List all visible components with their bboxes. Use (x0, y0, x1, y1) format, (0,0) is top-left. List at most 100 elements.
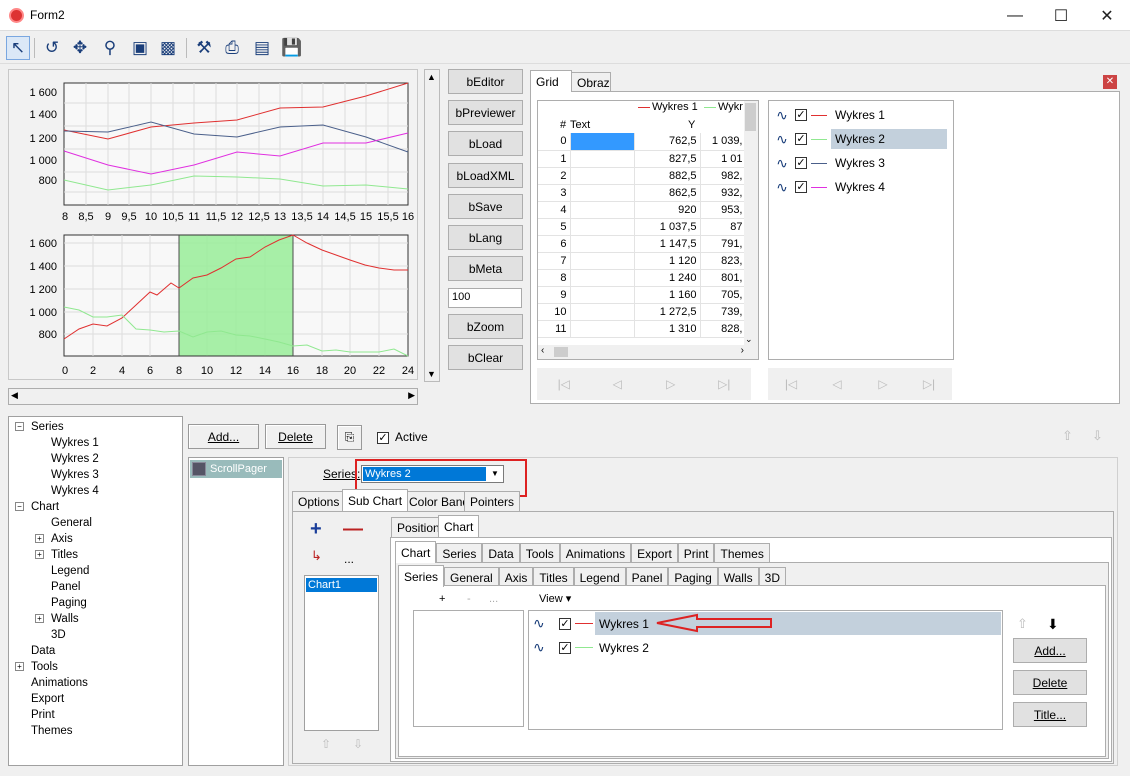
table-row[interactable]: 7 1 120 823, (538, 252, 747, 270)
subtab-general[interactable]: General (444, 567, 499, 587)
pointer-icon[interactable]: ↖ (6, 36, 30, 60)
zoom-icon[interactable]: ⚲ (98, 36, 122, 60)
scroll-thumb[interactable] (554, 347, 568, 357)
mini-more-button[interactable]: ... (489, 593, 498, 605)
export-icon[interactable]: ▤ (250, 36, 274, 60)
sub-chart-list[interactable]: Chart1 (304, 575, 379, 731)
text-cell[interactable] (570, 252, 635, 270)
series-legend-list[interactable]: ∿ ✓ Wykres 1 ∿ ✓ Wykres 2 ∿ ✓ Wykres 3 ∿ ✓ Wykres 4 (768, 100, 954, 360)
copy-tool-icon[interactable]: ⎘ (337, 425, 362, 450)
y-cell[interactable]: 882,5 (634, 167, 701, 185)
y-cell[interactable]: 862,5 (634, 184, 701, 202)
remove-chart-icon[interactable]: — (343, 518, 363, 541)
tree-themes[interactable]: Themes (31, 723, 73, 739)
zoom-input[interactable]: 100 (448, 288, 522, 308)
next-record-icon[interactable]: ▷ (651, 371, 691, 397)
y-cell[interactable]: 920 (634, 201, 701, 219)
tree-titles[interactable]: Titles (51, 547, 78, 563)
y2-cell[interactable]: 932, (700, 184, 747, 202)
edit-icon[interactable]: ⚒ (192, 36, 216, 60)
scroll-right-icon[interactable]: ▶ (408, 390, 415, 401)
move-down-icon[interactable]: ⇩ (353, 737, 363, 751)
table-row[interactable]: 11 1 310 828, (538, 320, 747, 338)
table-row[interactable]: 8 1 240 801, (538, 269, 747, 287)
y-cell[interactable]: 1 120 (634, 252, 701, 270)
tab-series[interactable]: Series (436, 543, 483, 563)
move-up-icon[interactable]: ⇧ (1062, 428, 1073, 444)
scroll-pager-band[interactable] (178, 234, 294, 357)
view-menu-button[interactable]: View ▾ (539, 592, 571, 605)
bmeta-button[interactable]: bMeta (448, 256, 523, 281)
y-cell[interactable]: 1 272,5 (634, 303, 701, 321)
legend-item[interactable]: ∿ ✓ Wykres 3 (769, 151, 953, 175)
table-row[interactable]: 6 1 147,5 791, (538, 235, 747, 253)
text-cell[interactable] (570, 150, 635, 168)
expand-icon[interactable]: + (35, 614, 44, 623)
tree-wykres2[interactable]: Wykres 2 (51, 451, 99, 467)
tab-data[interactable]: Data (482, 543, 520, 563)
tree-wykres3[interactable]: Wykres 3 (51, 467, 99, 483)
y-cell[interactable]: 1 037,5 (634, 218, 701, 236)
text-cell[interactable] (570, 320, 635, 338)
tree-series[interactable]: Series (31, 419, 64, 435)
tree-export[interactable]: Export (31, 691, 64, 707)
tab-tools[interactable]: Tools (519, 543, 560, 563)
tree-chart[interactable]: Chart (31, 499, 59, 515)
blang-button[interactable]: bLang (448, 225, 523, 250)
tree-tools[interactable]: Tools (31, 659, 58, 675)
minimize-button[interactable]: — (992, 0, 1038, 31)
text-cell[interactable] (570, 303, 635, 321)
move-down-icon[interactable]: ⇩ (1092, 428, 1103, 444)
delete-tool-button[interactable]: Delete (265, 424, 326, 449)
legend-item[interactable]: ∿ ✓ Wykres 2 (769, 127, 953, 151)
first-record-icon[interactable]: |◁ (544, 371, 584, 397)
y-cell[interactable]: 1 310 (634, 320, 701, 338)
last-record-icon[interactable]: ▷| (704, 371, 744, 397)
print-icon[interactable]: ⎙ (220, 36, 244, 60)
series-title-button[interactable]: Title... (1013, 702, 1087, 727)
scroll-down-icon[interactable]: ▼ (427, 369, 436, 379)
subtab-series[interactable]: Series (398, 565, 445, 587)
expand-icon[interactable]: + (15, 662, 24, 671)
table-row[interactable]: 4 920 953, (538, 201, 747, 219)
move-up-icon[interactable]: ⇧ (1017, 616, 1028, 632)
series-group-list[interactable] (413, 610, 524, 727)
legend-item[interactable]: ∿ ✓ Wykres 1 (769, 103, 953, 127)
subtab-titles[interactable]: Titles (533, 567, 574, 587)
y2-cell[interactable]: 828, (700, 320, 747, 338)
add-tool-button[interactable]: Add... (188, 424, 259, 449)
legend-checkbox[interactable]: ✓ (795, 133, 807, 145)
chart-series-list[interactable]: ∿ ✓ Wykres 1 ∿ ✓ Wykres 2 (528, 610, 1003, 730)
tree-panel[interactable]: Panel (51, 579, 80, 595)
text-cell[interactable] (570, 218, 635, 236)
table-row[interactable]: 9 1 160 705, (538, 286, 747, 304)
tree-print[interactable]: Print (31, 707, 55, 723)
bclear-button[interactable]: bClear (448, 345, 523, 370)
tab-options[interactable]: Options (292, 491, 346, 511)
scroll-right-icon[interactable]: › (741, 345, 744, 356)
bloadxml-button[interactable]: bLoadXML (448, 163, 523, 188)
next-record-icon[interactable]: ▷ (863, 371, 903, 397)
prev-record-icon[interactable]: ◁ (597, 371, 637, 397)
delete-series-button[interactable]: Delete (1013, 670, 1087, 695)
y2-cell[interactable]: 823, (700, 252, 747, 270)
text-cell[interactable] (570, 201, 635, 219)
tree-paging[interactable]: Paging (51, 595, 87, 611)
prev-record-icon[interactable]: ◁ (817, 371, 857, 397)
y-cell[interactable]: 762,5 (634, 133, 701, 151)
subtab-legend[interactable]: Legend (573, 567, 626, 587)
y2-cell[interactable]: 801, (700, 269, 747, 287)
expand-icon[interactable]: + (35, 550, 44, 559)
table-row[interactable]: 2 882,5 982, (538, 167, 747, 185)
tree-data[interactable]: Data (31, 643, 55, 659)
series-visible-checkbox[interactable]: ✓ (559, 616, 571, 630)
save-icon[interactable]: 💾 (280, 36, 304, 60)
grid-vscrollbar[interactable]: ⌄ (744, 101, 758, 345)
tree-wykres4[interactable]: Wykres 4 (51, 483, 99, 499)
y2-cell[interactable]: 87 (700, 218, 747, 236)
bzoom-button[interactable]: bZoom (448, 314, 523, 339)
table-row[interactable]: 0 762,5 1 039, (538, 133, 747, 151)
legend-item[interactable]: ∿ ✓ Wykres 4 (769, 175, 953, 199)
scroll-left-icon[interactable]: ◀ (11, 390, 18, 401)
text-cell[interactable] (570, 184, 635, 202)
